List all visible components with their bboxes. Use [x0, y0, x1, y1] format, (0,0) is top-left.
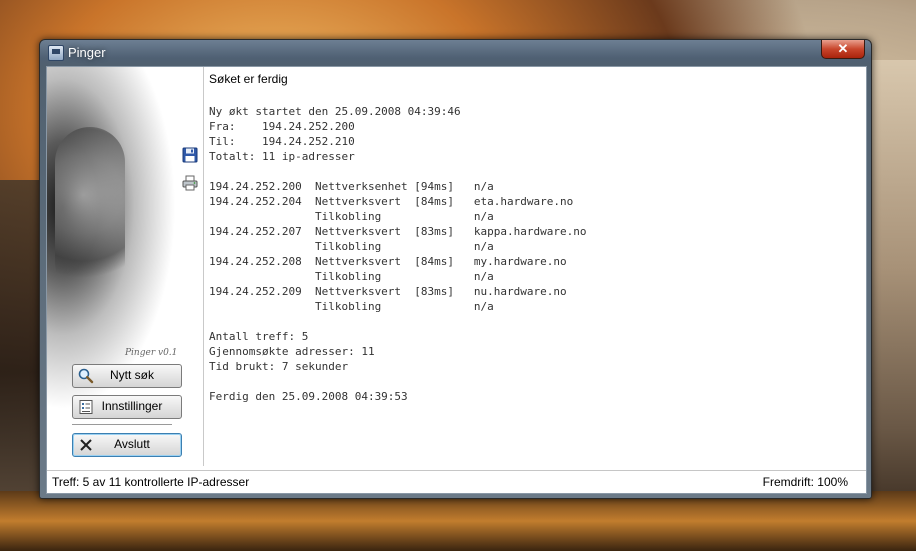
- log-line: Tilkobling n/a: [209, 210, 494, 223]
- floppy-disk-icon[interactable]: [182, 147, 198, 163]
- exit-label: Avslutt: [114, 437, 150, 451]
- search-status-text: Søket er ferdig: [209, 72, 288, 86]
- version-label: Pinger v0.1: [125, 348, 178, 358]
- log-line: Ferdig den 25.09.2008 04:39:53: [209, 390, 408, 403]
- status-hits: Treff: 5 av 11 kontrollerte IP-adresser: [52, 475, 250, 489]
- log-line: 194.24.252.208 Nettverksvert [84ms] my.h…: [209, 255, 567, 268]
- settings-button[interactable]: Innstillinger: [72, 395, 182, 419]
- log-line: Gjennomsøkte adresser: 11: [209, 345, 375, 358]
- log-line: Tilkobling n/a: [209, 240, 494, 253]
- log-line: Antall treff: 5: [209, 330, 309, 343]
- log-line: 194.24.252.204 Nettverksvert [84ms] eta.…: [209, 195, 574, 208]
- status-progress: Fremdrift: 100%: [762, 475, 848, 489]
- ping-log: Ny økt startet den 25.09.2008 04:39:46 Fr…: [209, 104, 587, 404]
- app-window-icon: [48, 45, 64, 61]
- window-title: Pinger: [68, 45, 106, 60]
- log-line: Totalt: 11 ip-adresser: [209, 150, 355, 163]
- log-line: Tilkobling n/a: [209, 270, 494, 283]
- new-search-button[interactable]: Nytt søk: [72, 364, 182, 388]
- log-line: Ny økt startet den 25.09.2008 04:39:46: [209, 105, 461, 118]
- log-line: 194.24.252.207 Nettverksvert [83ms] kapp…: [209, 225, 587, 238]
- new-search-label: Nytt søk: [110, 368, 154, 382]
- wallpaper-water: [0, 491, 916, 551]
- pinger-window: Pinger ✕ Pinger v0.1 Nytt søk Innstillin…: [39, 39, 872, 499]
- client-area: Pinger v0.1 Nytt søk Innstillinger Avslu…: [46, 66, 867, 494]
- log-line: Tid brukt: 7 sekunder: [209, 360, 349, 373]
- settings-label: Innstillinger: [101, 399, 163, 413]
- log-line: 194.24.252.209 Nettverksvert [83ms] nu.h…: [209, 285, 567, 298]
- button-divider: [72, 424, 172, 425]
- log-line: Fra: 194.24.252.200: [209, 120, 355, 133]
- status-bar: Treff: 5 av 11 kontrollerte IP-adresser …: [47, 470, 866, 493]
- close-button[interactable]: ✕: [821, 40, 865, 59]
- log-line: Til: 194.24.252.210: [209, 135, 355, 148]
- sidebar: Pinger v0.1 Nytt søk Innstillinger Avslu…: [47, 67, 207, 466]
- log-output-area[interactable]: Søket er ferdig Ny økt startet den 25.09…: [203, 67, 866, 466]
- title-bar[interactable]: Pinger ✕: [40, 40, 871, 66]
- printer-icon[interactable]: [182, 175, 198, 191]
- log-line: 194.24.252.200 Nettverksenhet [94ms] n/a: [209, 180, 494, 193]
- exit-button[interactable]: Avslutt: [72, 433, 182, 457]
- log-line: Tilkobling n/a: [209, 300, 494, 313]
- sidebar-decorative-art: [55, 127, 125, 297]
